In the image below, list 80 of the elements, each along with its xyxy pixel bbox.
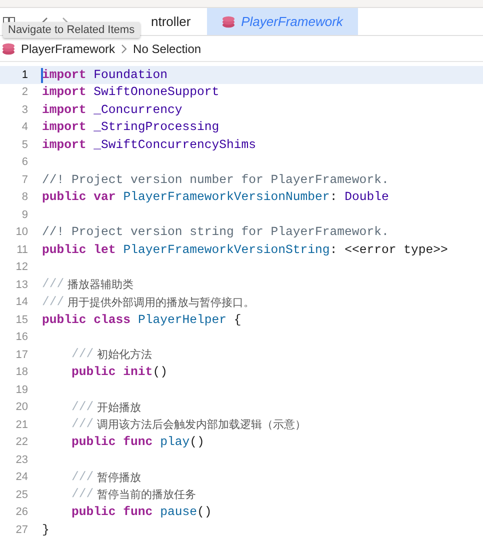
chevron-icon [121,44,128,54]
doc-marker: /// [42,294,64,310]
line-number: 20 [14,401,28,414]
doc-comment: 暂停当前的播放任务 [96,487,196,502]
stack-icon [2,42,15,54]
line-number: 1 [20,68,28,81]
line-number: 2 [20,86,28,98]
identifier: PlayerFrameworkVersionString [123,242,330,257]
code-text: : <<error type>> [330,242,448,257]
type-name: Foundation [94,68,168,82]
type-name: SwiftOnoneSupport [94,85,220,100]
doc-marker: /// [70,487,94,502]
stack-icon [222,16,236,28]
line-number: 19 [14,384,28,396]
code-text: () [190,435,204,450]
code-text: () [152,365,168,380]
keyword: import [42,102,88,117]
line-number: 5 [20,138,28,151]
line-number: 26 [14,506,28,518]
line-number: 17 [14,348,28,361]
keyword: public func [70,505,154,520]
keyword: public class [42,312,132,327]
line-number: 14 [14,296,28,308]
line-number: 24 [14,471,28,484]
doc-marker: /// [70,417,94,432]
breadcrumb-item[interactable]: PlayerFramework [21,42,116,56]
line-number: 7 [20,174,28,186]
doc-comment: 用于提供外部调用的播放与暂停接口。 [66,294,255,310]
keyword: public var [42,190,117,204]
doc-comment: 开始播放 [96,400,142,415]
keyword: public init [70,365,153,380]
line-number: 10 [14,226,28,238]
type-name: Double [344,190,389,204]
code-text: { [232,312,242,327]
line-number: 9 [20,208,28,221]
line-number: 8 [20,191,28,204]
line-number: 3 [20,104,28,116]
code-text: () [196,505,212,520]
type-name: _SwiftConcurrencyShims [94,138,256,152]
code-comment: //! Project version string for PlayerFramework. [42,225,389,240]
doc-marker: /// [70,400,94,415]
identifier: PlayerHelper [138,312,226,327]
editor-tab[interactable]: ntroller [151,8,191,35]
keyword: import [42,68,88,82]
tooltip: Navigate to Related Items [3,22,140,38]
keyword: import [42,120,88,134]
keyword: import [42,138,88,152]
type-name: _Concurrency [94,102,182,117]
line-number: 6 [20,156,28,168]
doc-comment: 初始化方法 [96,347,152,362]
text-cursor [41,68,42,83]
line-number: 21 [14,418,28,431]
doc-comment: 播放器辅助类 [66,277,134,292]
line-number: 25 [14,488,28,501]
doc-comment: 调用该方法后会触发内部加载逻辑（示意） [96,417,306,432]
line-number: 22 [14,436,28,448]
keyword: public let [42,242,117,257]
doc-marker: /// [70,347,94,362]
line-number: 16 [14,331,28,344]
identifier: PlayerFrameworkVersionNumber [123,190,330,204]
keyword: public func [70,435,154,450]
code-text: : [330,190,338,204]
doc-comment: 暂停播放 [96,470,142,485]
identifier: play [160,435,190,450]
code-text: } [42,522,50,537]
line-number: 15 [14,314,28,326]
doc-marker: /// [70,470,94,485]
doc-marker: /// [42,277,64,292]
line-number: 18 [14,366,28,378]
identifier: pause [160,505,197,520]
line-number: 12 [14,261,28,274]
code-comment: //! Project version number for PlayerFramework. [42,172,389,187]
breadcrumb-item[interactable]: No Selection [133,42,202,56]
type-name: _StringProcessing [94,120,220,134]
line-number: 27 [14,524,28,536]
line-number: 13 [14,278,28,291]
line-number: 4 [20,121,28,134]
line-number: 11 [16,244,28,256]
keyword: import [42,85,88,100]
line-number: 23 [14,454,28,466]
